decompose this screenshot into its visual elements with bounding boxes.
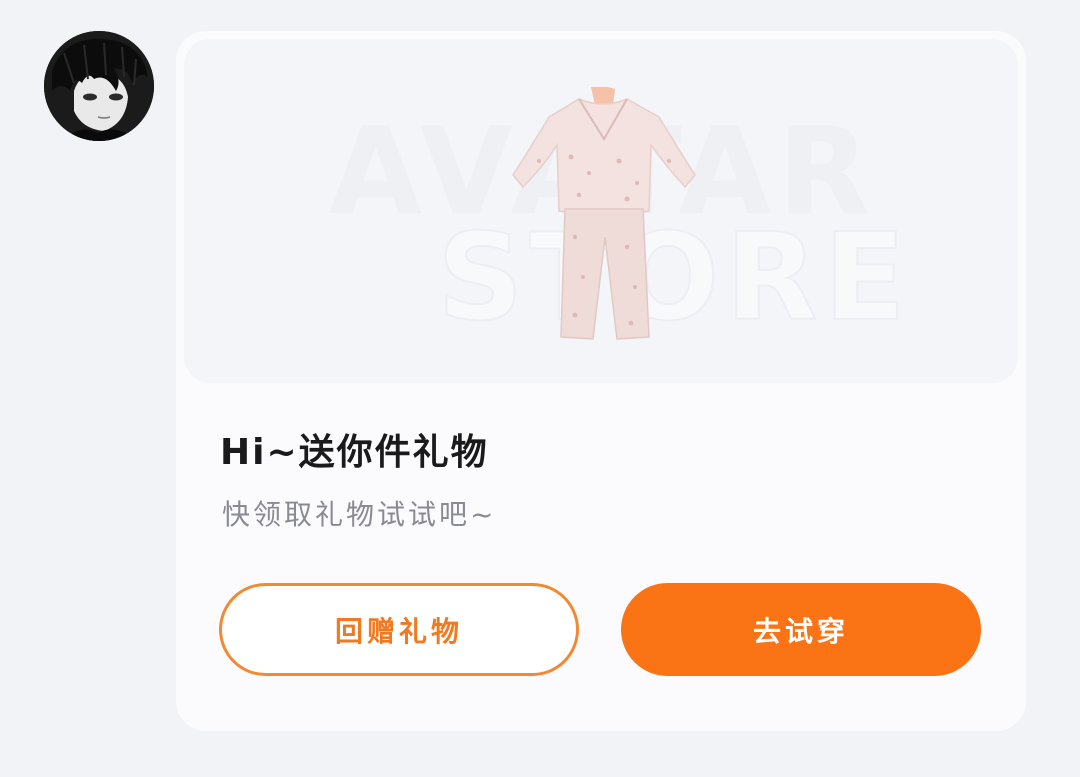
gift-item-preview[interactable]: AVATAR STORE [184, 39, 1018, 383]
gift-subtitle: 快领取礼物试试吧~ [222, 498, 497, 531]
pajama-outfit-icon [512, 87, 696, 340]
try-on-button[interactable]: 去试穿 [621, 583, 981, 676]
sender-avatar[interactable] [44, 31, 154, 141]
gift-title: Hi~送你件礼物 [220, 432, 489, 473]
gift-message-card: AVATAR STORE Hi~送你件礼物 快领取礼物试试吧~ 回赠礼物 去试穿 [176, 31, 1026, 731]
avatar-image [44, 31, 154, 141]
return-gift-button[interactable]: 回赠礼物 [219, 583, 579, 676]
